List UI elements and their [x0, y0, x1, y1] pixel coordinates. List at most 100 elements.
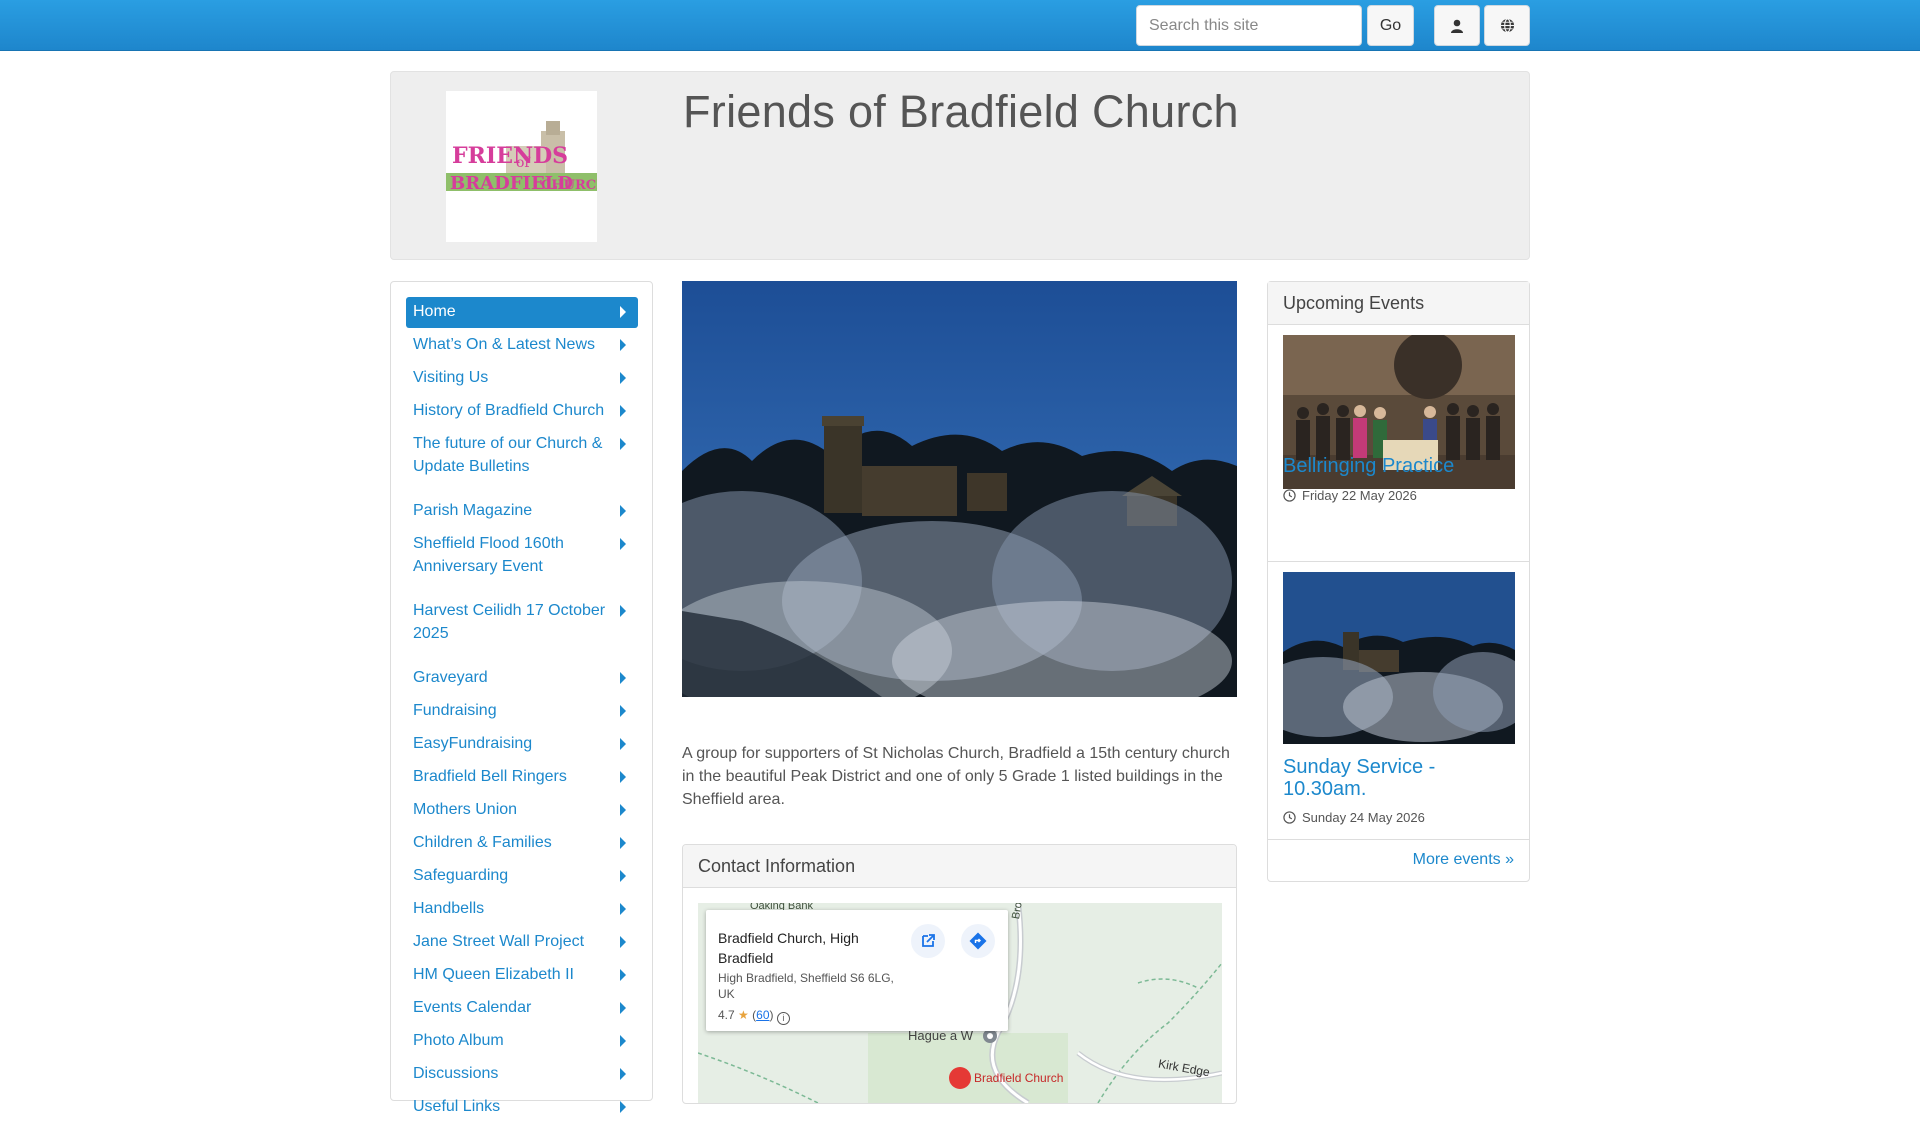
- caret-right-icon: [620, 1101, 626, 1113]
- clock-icon: [1283, 489, 1296, 502]
- svg-text:of: of: [516, 155, 531, 171]
- event-date-text: Friday 22 May 2026: [1302, 488, 1417, 503]
- sidebar-item-label: Photo Album: [413, 1032, 504, 1049]
- sidebar-item-label: Handbells: [413, 900, 485, 917]
- sidebar-item-label: Fundraising: [413, 702, 497, 719]
- sidebar-item[interactable]: Children & Families: [406, 828, 638, 859]
- event-title-bellringing[interactable]: Bellringing Practice: [1283, 455, 1515, 477]
- sidebar-item[interactable]: Jane Street Wall Project: [406, 927, 638, 958]
- site-header: FRIENDS of BRADFIELD CHURCH Friends of B…: [390, 71, 1530, 260]
- user-icon: [1451, 19, 1463, 33]
- sidebar-item-label: Harvest Ceilidh 17 October 2025: [413, 602, 606, 642]
- hero-image: [682, 281, 1237, 697]
- sidebar-item-label: Useful Links: [413, 1098, 501, 1115]
- map-label-church: Bradfield Church: [974, 1071, 1064, 1085]
- map-place-card: Bradfield Church, High Bradfield High Br…: [706, 910, 1008, 1031]
- clock-icon: [1283, 811, 1296, 824]
- sidebar-item-label: Discussions: [413, 1065, 499, 1082]
- sidebar-nav: Home What’s On & Latest News Visiting Us Hi…: [390, 281, 653, 1115]
- search-input[interactable]: [1136, 5, 1362, 46]
- sidebar-item-label: HM Queen Elizabeth II: [413, 966, 574, 983]
- events-heading: Upcoming Events: [1268, 282, 1529, 325]
- event-divider: [1268, 561, 1529, 562]
- contact-panel: Contact Information Oaking Bank Brown H …: [682, 844, 1237, 1104]
- caret-right-icon: [620, 870, 626, 882]
- caret-right-icon: [620, 903, 626, 915]
- sidebar-item[interactable]: Parish Magazine: [406, 496, 638, 527]
- sidebar-item[interactable]: Visiting Us: [406, 363, 638, 394]
- sidebar-item-label: Bradfield Bell Ringers: [413, 768, 567, 785]
- open-map-button[interactable]: [911, 924, 945, 958]
- contact-heading: Contact Information: [683, 845, 1236, 888]
- logo-image: FRIENDS of BRADFIELD CHURCH: [446, 91, 597, 242]
- sidebar-item[interactable]: History of Bradfield Church: [406, 396, 638, 427]
- sidebar-item-label: Home: [413, 303, 456, 320]
- caret-right-icon: [620, 306, 626, 318]
- sidebar-item[interactable]: Events Calendar: [406, 993, 638, 1024]
- event-title-service[interactable]: Sunday Service - 10.30am.: [1283, 756, 1515, 800]
- sidebar-item[interactable]: What’s On & Latest News: [406, 330, 638, 361]
- svg-text:FRIENDS: FRIENDS: [452, 143, 568, 169]
- sidebar-item[interactable]: Mothers Union: [406, 795, 638, 826]
- sidebar-item[interactable]: Graveyard: [406, 663, 638, 694]
- sidebar-item[interactable]: Useful Links: [406, 1092, 638, 1123]
- caret-right-icon: [620, 705, 626, 717]
- caret-right-icon: [620, 936, 626, 948]
- map-review-count[interactable]: 60: [756, 1008, 769, 1022]
- map-place-address: High Bradfield, Sheffield S6 6LG, UK: [718, 971, 894, 1001]
- event-date-service: Sunday 24 May 2026: [1283, 810, 1425, 825]
- caret-right-icon: [620, 1002, 626, 1014]
- event-date-bellringing: Friday 22 May 2026: [1283, 488, 1417, 503]
- event-divider: [1268, 839, 1529, 840]
- sidebar-item[interactable]: Fundraising: [406, 696, 638, 727]
- more-events-link[interactable]: More events »: [1413, 851, 1514, 869]
- caret-right-icon: [620, 672, 626, 684]
- language-button[interactable]: [1484, 5, 1530, 46]
- sidebar-item[interactable]: Safeguarding: [406, 861, 638, 892]
- user-button[interactable]: [1434, 5, 1480, 46]
- sidebar-item[interactable]: HM Queen Elizabeth II: [406, 960, 638, 991]
- sidebar-item-label: EasyFundraising: [413, 735, 533, 752]
- sidebar-item-label: Mothers Union: [413, 801, 518, 818]
- map-rating-value: 4.7: [718, 1008, 735, 1022]
- sidebar-item-label: Jane Street Wall Project: [413, 933, 585, 950]
- caret-right-icon: [620, 804, 626, 816]
- external-link-icon: [922, 934, 935, 947]
- sidebar-item-label: Sheffield Flood 160th Anniversary Event: [413, 535, 564, 575]
- sidebar-item-label: Children & Families: [413, 834, 552, 851]
- sidebar-item[interactable]: Home: [406, 297, 638, 328]
- caret-right-icon: [620, 405, 626, 417]
- info-icon[interactable]: i: [776, 1012, 790, 1025]
- site-title: Friends of Bradfield Church: [683, 86, 1239, 137]
- globe-icon: [1500, 18, 1514, 33]
- caret-right-icon: [620, 837, 626, 849]
- sidebar-item[interactable]: Handbells: [406, 894, 638, 925]
- go-button[interactable]: Go: [1367, 5, 1414, 46]
- map-embed[interactable]: Oaking Bank Brown H Hague a W Kirk Edge …: [698, 903, 1222, 1103]
- caret-right-icon: [620, 339, 626, 351]
- directions-button[interactable]: [961, 924, 995, 958]
- caret-right-icon: [620, 505, 626, 517]
- event-image-service[interactable]: [1283, 572, 1515, 744]
- sidebar-item[interactable]: EasyFundraising: [406, 729, 638, 760]
- sidebar-item[interactable]: Harvest Ceilidh 17 October 2025: [406, 596, 638, 649]
- sidebar-item[interactable]: Photo Album: [406, 1026, 638, 1057]
- caret-right-icon: [620, 771, 626, 783]
- map-rating: 4.7 ★ (60) i: [718, 1008, 790, 1025]
- caret-right-icon: [620, 969, 626, 981]
- sidebar-item-label: History of Bradfield Church: [413, 402, 605, 419]
- caret-right-icon: [620, 1068, 626, 1080]
- sidebar-item[interactable]: Sheffield Flood 160th Anniversary Event: [406, 529, 638, 582]
- caret-right-icon: [620, 438, 626, 450]
- sidebar-item[interactable]: Bradfield Bell Ringers: [406, 762, 638, 793]
- caret-right-icon: [620, 538, 626, 550]
- sidebar-item-label: The future of our Church & Update Bullet…: [413, 435, 603, 475]
- sidebar-item-label: Graveyard: [413, 669, 488, 686]
- sidebar-item[interactable]: Discussions: [406, 1059, 638, 1090]
- star-icon: ★: [738, 1008, 749, 1022]
- top-navbar: Go: [0, 0, 1920, 51]
- caret-right-icon: [620, 372, 626, 384]
- map-place-name: Bradfield Church, High Bradfield: [718, 930, 859, 966]
- site-logo[interactable]: FRIENDS of BRADFIELD CHURCH: [446, 91, 597, 242]
- sidebar-item[interactable]: The future of our Church & Update Bullet…: [406, 429, 638, 482]
